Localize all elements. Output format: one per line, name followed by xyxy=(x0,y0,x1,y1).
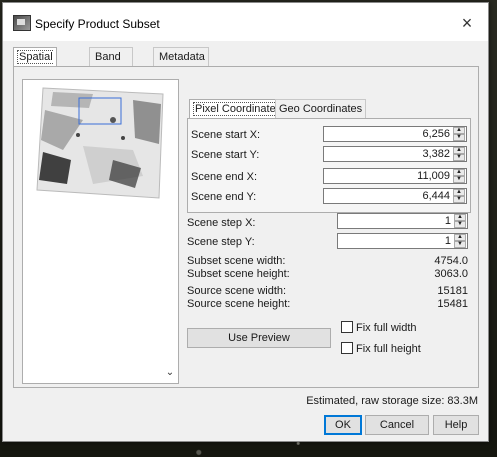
fix-full-height-checkbox[interactable]: Fix full height xyxy=(341,342,421,355)
title-bar: Specify Product Subset × xyxy=(3,3,488,41)
decrement-icon[interactable]: ▼ xyxy=(453,134,465,141)
decrement-icon[interactable]: ▼ xyxy=(453,176,465,183)
scene-end-x-stepper[interactable]: 11,009 ▲ ▼ xyxy=(323,168,467,184)
tab-band-subset[interactable]: Band Subset xyxy=(89,47,134,81)
storage-estimate: Estimated, raw storage size: 83.3M xyxy=(306,395,478,407)
window-title: Specify Product Subset xyxy=(35,17,160,31)
scene-start-x-label: Scene start X: xyxy=(191,129,261,141)
increment-icon[interactable]: ▲ xyxy=(453,189,465,196)
source-width-label: Source scene width: xyxy=(187,285,287,297)
subset-height-label: Subset scene height: xyxy=(187,268,290,280)
tab-spatial-subset[interactable]: Spatial Subset xyxy=(13,47,58,82)
decrement-icon[interactable]: ▼ xyxy=(453,154,465,161)
thumbnail-image xyxy=(36,87,164,199)
increment-icon[interactable]: ▲ xyxy=(454,214,466,221)
subset-width-label: Subset scene width: xyxy=(187,255,286,267)
scene-start-y-value: 3,382 xyxy=(422,148,450,160)
subset-height-value: 3063.0 xyxy=(434,268,468,280)
source-width-value: 15181 xyxy=(437,285,468,297)
use-preview-button[interactable]: Use Preview xyxy=(187,328,331,348)
fix-full-height-label: Fix full height xyxy=(356,343,421,355)
scene-step-x-stepper[interactable]: 1 ▲ ▼ xyxy=(337,213,468,229)
scene-start-x-stepper[interactable]: 6,256 ▲ ▼ xyxy=(323,126,467,142)
scene-start-x-value: 6,256 xyxy=(422,128,450,140)
scene-end-y-stepper[interactable]: 6,444 ▲ ▼ xyxy=(323,188,467,204)
decrement-icon[interactable]: ▼ xyxy=(454,241,466,248)
fix-full-width-label: Fix full width xyxy=(356,322,417,334)
checkbox-box[interactable] xyxy=(341,321,353,333)
subset-width-value: 4754.0 xyxy=(434,255,468,267)
increment-icon[interactable]: ▲ xyxy=(453,127,465,134)
spatial-subset-panel: ⌄ Pixel Coordinates Geo Coordinates Scen… xyxy=(13,66,479,388)
tab-label: Geo Coordinates xyxy=(279,103,363,115)
scene-start-y-stepper[interactable]: 3,382 ▲ ▼ xyxy=(323,146,467,162)
app-icon xyxy=(13,15,31,31)
scene-end-y-value: 6,444 xyxy=(422,190,450,202)
scene-step-x-value: 1 xyxy=(444,215,451,227)
decrement-icon[interactable]: ▼ xyxy=(453,196,465,203)
tab-metadata-subset[interactable]: Metadata Subset xyxy=(153,47,209,81)
tab-label: Pixel Coordinates xyxy=(193,102,284,116)
close-icon[interactable]: × xyxy=(452,11,482,35)
specify-product-subset-dialog: Specify Product Subset × Spatial Subset … xyxy=(2,2,489,442)
scene-step-y-label: Scene step Y: xyxy=(187,236,255,248)
pixel-coordinates-panel: Scene start X: 6,256 ▲ ▼ Scene start Y: 3… xyxy=(187,118,471,213)
help-button[interactable]: Help xyxy=(433,415,479,435)
tab-geo-coordinates[interactable]: Geo Coordinates xyxy=(275,99,367,118)
ok-button[interactable]: OK xyxy=(324,415,362,435)
source-height-label: Source scene height: xyxy=(187,298,291,310)
chevron-down-icon[interactable]: ⌄ xyxy=(164,367,176,379)
increment-icon[interactable]: ▲ xyxy=(454,234,466,241)
cancel-button[interactable]: Cancel xyxy=(365,415,429,435)
scene-start-y-label: Scene start Y: xyxy=(191,149,260,161)
scene-end-y-label: Scene end Y: xyxy=(191,191,257,203)
source-height-value: 15481 xyxy=(437,298,468,310)
tab-pixel-coordinates[interactable]: Pixel Coordinates xyxy=(189,99,288,119)
scene-end-x-label: Scene end X: xyxy=(191,171,258,183)
scene-step-x-label: Scene step X: xyxy=(187,217,256,229)
thumbnail-preview[interactable]: ⌄ xyxy=(22,79,179,384)
scene-step-y-stepper[interactable]: 1 ▲ ▼ xyxy=(337,233,468,249)
fix-full-width-checkbox[interactable]: Fix full width xyxy=(341,321,417,334)
scene-step-y-value: 1 xyxy=(444,235,451,247)
increment-icon[interactable]: ▲ xyxy=(453,147,465,154)
decrement-icon[interactable]: ▼ xyxy=(454,221,466,228)
increment-icon[interactable]: ▲ xyxy=(453,169,465,176)
checkbox-box[interactable] xyxy=(341,342,353,354)
scene-end-x-value: 11,009 xyxy=(417,170,450,182)
